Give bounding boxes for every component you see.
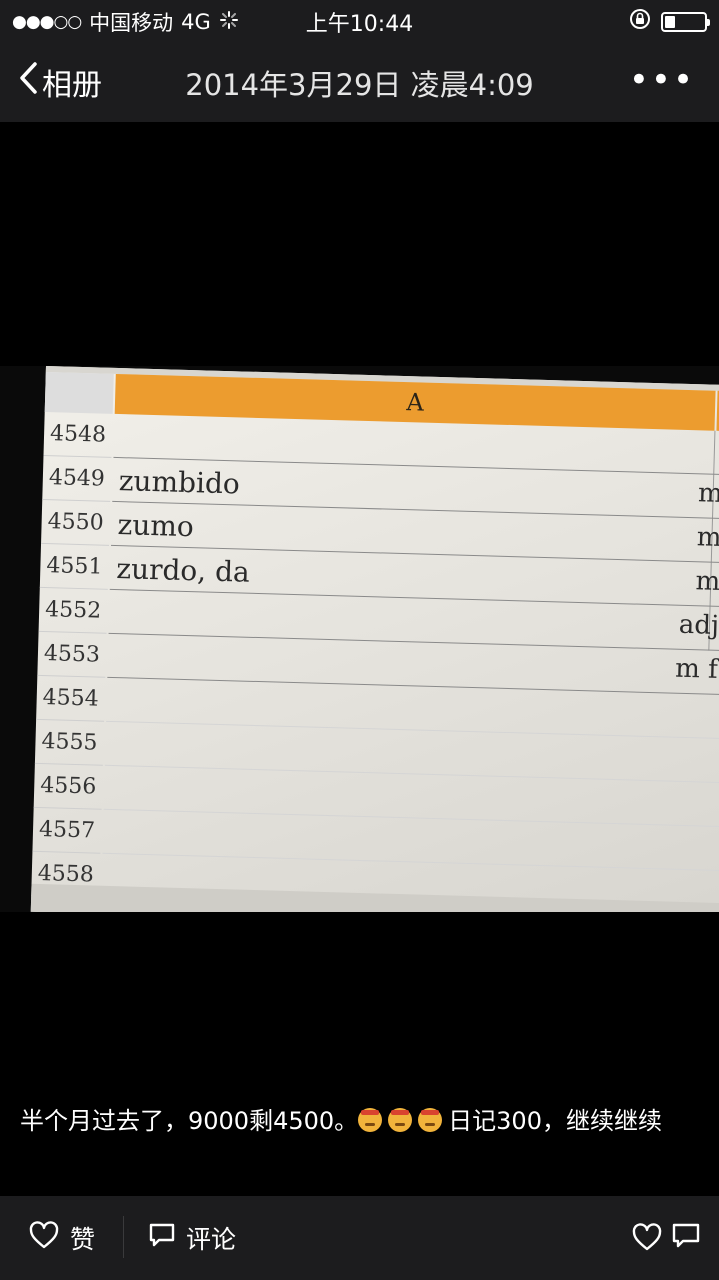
bottom-toolbar: 赞 评论	[0, 1196, 719, 1280]
cell-part-of-speech: m	[696, 522, 719, 553]
row-number: 4554	[36, 675, 106, 722]
more-button[interactable]: •••	[629, 60, 695, 100]
caption-text-end: 日记300，继续继续	[448, 1107, 662, 1135]
battery-icon	[661, 11, 710, 32]
rotation-lock-icon	[629, 8, 651, 35]
more-icon: •••	[628, 60, 695, 100]
row-number: 4551	[39, 543, 110, 590]
comment-label: 评论	[186, 1225, 237, 1254]
like-label: 赞	[70, 1225, 96, 1254]
sheet-cells: zumbido m zumo m zurdo, da m adj m f	[101, 413, 719, 912]
heart-icon	[28, 1220, 60, 1256]
nav-bar: 相册 2014年3月29日 凌晨4:09 •••	[0, 40, 719, 122]
row-number: 4553	[37, 631, 107, 678]
spreadsheet-image: A 4548 4549 4550 4551 4552 4553 4554 4555 4556 45…	[30, 366, 719, 912]
select-all-corner	[44, 371, 114, 414]
comment-icon	[148, 1222, 176, 1254]
battery-level	[665, 15, 675, 28]
page-title: 2014年3月29日 凌晨4:09	[185, 68, 534, 102]
cell-word: zumo	[117, 508, 195, 544]
cell-part-of-speech: m	[697, 478, 719, 509]
row-number: 4557	[32, 807, 102, 854]
cell-word: zumbido	[118, 464, 241, 501]
row-number: 4549	[42, 455, 112, 502]
like-button[interactable]: 赞	[28, 1220, 95, 1256]
row-number: 4552	[38, 587, 108, 634]
heart-icon[interactable]	[631, 1222, 663, 1256]
cell-part-of-speech: m f	[674, 653, 719, 685]
post-caption: 半个月过去了，9000剩4500。 日记300，继续继续	[20, 1104, 700, 1138]
comment-icon[interactable]	[671, 1222, 701, 1256]
status-time: 上午10:44	[305, 12, 414, 37]
caption-text-start: 半个月过去了，9000剩4500。	[20, 1107, 359, 1135]
cell-word: zurdo, da	[115, 552, 251, 589]
row-number: 4555	[34, 719, 105, 766]
photo[interactable]: A 4548 4549 4550 4551 4552 4553 4554 4555 4556 45…	[0, 366, 719, 912]
frowning-emoji-icon	[418, 1108, 443, 1132]
cell-part-of-speech: adj	[678, 609, 719, 641]
cell-part-of-speech: m	[695, 566, 719, 597]
frowning-emoji-icon	[388, 1108, 413, 1132]
toolbar-divider	[123, 1216, 124, 1258]
status-bar: ●●●○○ 中国移动 4G 上午10:44	[0, 0, 719, 40]
row-number: 4556	[33, 763, 103, 810]
frowning-emoji-icon	[358, 1108, 383, 1132]
comment-button[interactable]: 评论	[148, 1220, 236, 1256]
row-numbers: 4548 4549 4550 4551 4552 4553 4554 4555 4556 4557…	[31, 411, 113, 898]
row-number: 4548	[43, 411, 113, 458]
row-number: 4550	[41, 499, 111, 546]
